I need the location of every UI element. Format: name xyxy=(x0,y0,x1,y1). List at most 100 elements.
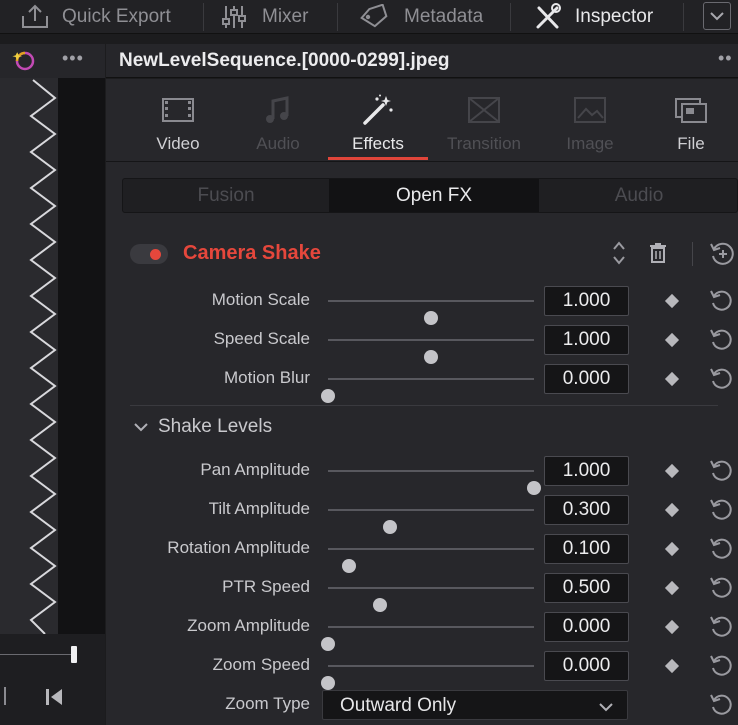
param-slider[interactable] xyxy=(328,509,534,534)
param-value-field[interactable]: 0.300 xyxy=(544,495,629,525)
reset-icon[interactable] xyxy=(709,328,733,352)
keyframe-diamond-icon[interactable] xyxy=(664,293,680,309)
param-label: Zoom Amplitude xyxy=(187,616,310,635)
export-icon xyxy=(20,4,50,30)
mixer-icon xyxy=(222,4,250,30)
keyframe-diamond-icon[interactable] xyxy=(664,658,680,674)
tab-effects[interactable]: Effects xyxy=(328,79,428,161)
param-row: Motion Blur 0.000 xyxy=(106,361,738,403)
tab-video-label: Video xyxy=(156,134,200,153)
param-row: Zoom Speed 0.000 xyxy=(106,648,738,690)
more-options-icon[interactable]: •• xyxy=(718,48,733,69)
reorder-arrows-icon[interactable] xyxy=(612,240,626,271)
shake-levels-group-toggle[interactable]: Shake Levels xyxy=(134,416,272,438)
keyframe-diamond-icon[interactable] xyxy=(664,371,680,387)
param-slider[interactable] xyxy=(328,587,534,612)
keyframe-diamond-icon[interactable] xyxy=(664,332,680,348)
param-slider[interactable] xyxy=(328,339,534,364)
tab-file[interactable]: File xyxy=(641,79,738,161)
reset-icon[interactable] xyxy=(709,537,733,561)
subtab-audio[interactable]: Audio xyxy=(539,179,737,212)
metadata-icon xyxy=(358,4,392,30)
mixer-button[interactable]: Mixer xyxy=(222,0,308,34)
param-label: Pan Amplitude xyxy=(200,460,310,479)
keyframe-diamond-icon[interactable] xyxy=(664,541,680,557)
param-value-field[interactable]: 1.000 xyxy=(544,286,629,316)
subtab-audio-label: Audio xyxy=(614,184,664,206)
tab-transition[interactable]: Transition xyxy=(434,79,534,161)
quick-export-label: Quick Export xyxy=(62,6,171,27)
param-row: Rotation Amplitude 0.100 xyxy=(106,531,738,573)
tab-audio-label: Audio xyxy=(256,134,300,153)
keyframe-diamond-icon[interactable] xyxy=(664,619,680,635)
keyframe-diamond-icon[interactable] xyxy=(664,580,680,596)
tab-image-label: Image xyxy=(566,134,614,153)
color-fx-icon[interactable] xyxy=(10,49,38,78)
param-slider[interactable] xyxy=(328,548,534,573)
keyframe-diamond-icon[interactable] xyxy=(664,502,680,518)
effect-title: Camera Shake xyxy=(183,242,321,264)
inspector-icon xyxy=(533,3,563,31)
param-label: Speed Scale xyxy=(213,329,310,348)
param-slider[interactable] xyxy=(321,665,534,690)
subtab-open-fx[interactable]: Open FX xyxy=(329,179,539,212)
tab-file-label: File xyxy=(677,134,705,153)
scrub-handle[interactable] xyxy=(71,646,77,663)
param-row: Speed Scale 1.000 xyxy=(106,322,738,364)
toolbar-divider xyxy=(510,3,511,31)
file-icon xyxy=(641,93,738,127)
param-slider[interactable] xyxy=(321,626,534,651)
chevron-down-icon xyxy=(134,416,148,438)
trash-icon[interactable] xyxy=(649,242,667,269)
reset-all-icon[interactable] xyxy=(709,241,735,272)
tab-transition-label: Transition xyxy=(446,134,521,153)
reset-icon[interactable] xyxy=(709,693,733,717)
scrub-track[interactable] xyxy=(0,654,72,655)
inspector-button[interactable]: Inspector xyxy=(533,0,653,34)
audio-note-icon xyxy=(228,93,328,127)
chevron-down-icon xyxy=(599,699,613,717)
param-value-field[interactable]: 1.000 xyxy=(544,325,629,355)
clip-header: NewLevelSequence.[0000-0299].jpeg •• xyxy=(106,44,738,78)
param-value-field[interactable]: 0.000 xyxy=(544,612,629,642)
param-slider[interactable] xyxy=(328,470,541,495)
param-value-field[interactable]: 0.100 xyxy=(544,534,629,564)
transition-icon xyxy=(434,93,534,127)
quick-export-button[interactable]: Quick Export xyxy=(20,0,171,34)
param-value-field[interactable]: 0.000 xyxy=(544,364,629,394)
more-options-icon[interactable]: ••• xyxy=(62,48,84,69)
metadata-button[interactable]: Metadata xyxy=(358,0,483,34)
param-slider[interactable] xyxy=(328,300,534,325)
param-value-field[interactable]: 1.000 xyxy=(544,456,629,486)
slider-thumb[interactable] xyxy=(321,389,335,403)
reset-icon[interactable] xyxy=(709,615,733,639)
reset-icon[interactable] xyxy=(709,367,733,391)
param-value-field[interactable]: 0.000 xyxy=(544,651,629,681)
reset-icon[interactable] xyxy=(709,654,733,678)
zoom-type-dropdown[interactable]: Outward Only xyxy=(322,690,628,720)
param-row: Pan Amplitude 1.000 xyxy=(106,453,738,495)
effect-enable-toggle[interactable] xyxy=(130,244,168,264)
toggle-knob xyxy=(150,249,161,260)
metadata-label: Metadata xyxy=(404,6,484,27)
param-label: Zoom Type xyxy=(225,694,310,713)
tab-video[interactable]: Video xyxy=(128,79,228,161)
clip-name: NewLevelSequence.[0000-0299].jpeg xyxy=(119,50,450,71)
video-film-icon xyxy=(128,93,228,127)
reset-icon[interactable] xyxy=(709,459,733,483)
reset-icon[interactable] xyxy=(709,289,733,313)
subtab-fusion[interactable]: Fusion xyxy=(123,179,329,212)
go-to-start-icon[interactable] xyxy=(44,688,64,711)
subtab-fusion-label: Fusion xyxy=(197,184,255,206)
param-label: Rotation Amplitude xyxy=(167,538,310,557)
param-slider[interactable] xyxy=(321,378,534,403)
inspector-panel: Video Audio Effects Transition Image Fil… xyxy=(106,79,738,725)
reset-icon[interactable] xyxy=(709,498,733,522)
param-value-field[interactable]: 0.500 xyxy=(544,573,629,603)
tab-audio[interactable]: Audio xyxy=(228,79,328,161)
collapse-toggle-button[interactable] xyxy=(703,2,731,30)
reset-icon[interactable] xyxy=(709,576,733,600)
tab-image[interactable]: Image xyxy=(540,79,640,161)
keyframe-diamond-icon[interactable] xyxy=(664,463,680,479)
toolbar-divider xyxy=(337,3,338,31)
